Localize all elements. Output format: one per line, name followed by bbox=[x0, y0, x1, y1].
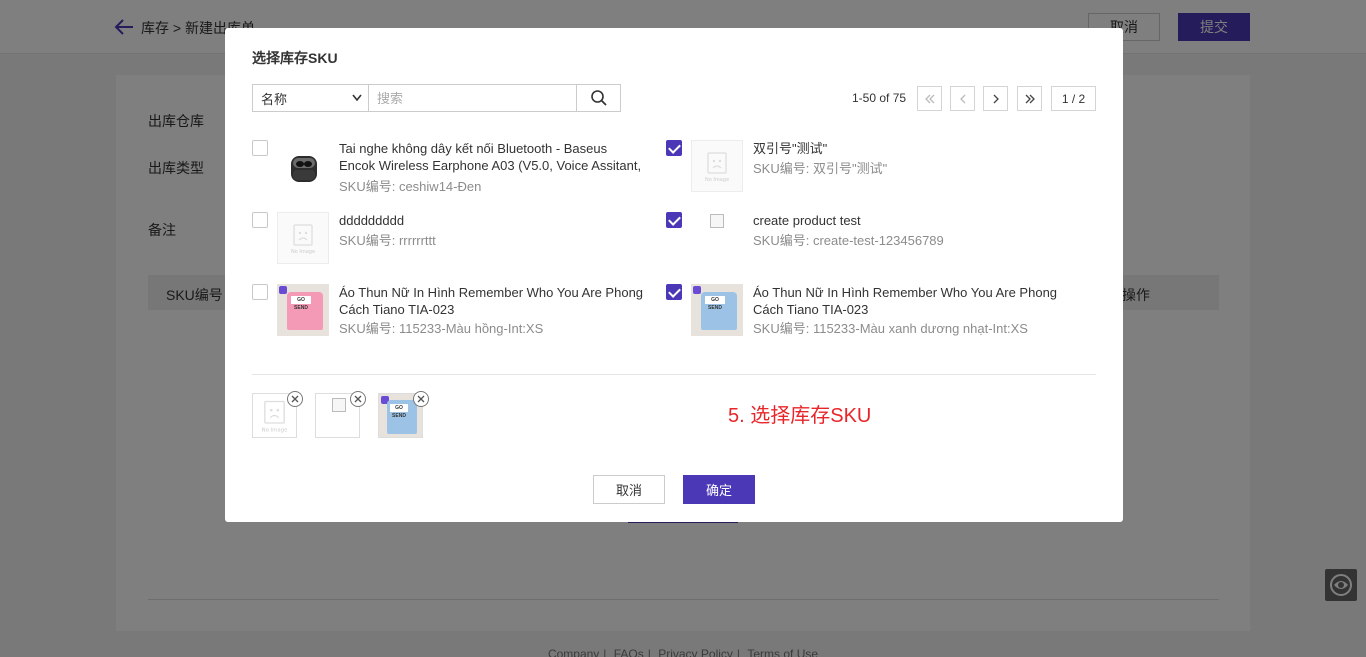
remove-selected-button[interactable] bbox=[350, 391, 366, 407]
first-page-button[interactable] bbox=[917, 86, 942, 111]
list-item[interactable]: GO SEND Áo Thun Nữ In Hình Remember Who … bbox=[666, 284, 1066, 344]
double-chevron-right-icon bbox=[1025, 94, 1035, 103]
list-item[interactable]: create product test SKU编号: create-test-1… bbox=[666, 212, 1066, 272]
search-icon bbox=[590, 90, 607, 106]
item-sku: SKU编号: rrrrrrttt bbox=[339, 233, 436, 248]
item-checkbox[interactable] bbox=[666, 212, 682, 228]
product-thumbnail: GO SEND bbox=[691, 284, 743, 336]
item-sku: SKU编号: 115233-Màu hồng-Int:XS bbox=[339, 321, 544, 336]
search-field-value: 名称 bbox=[261, 91, 288, 107]
remove-selected-button[interactable] bbox=[287, 391, 303, 407]
earbuds-image bbox=[291, 156, 317, 182]
remove-selected-button[interactable] bbox=[413, 391, 429, 407]
list-item[interactable]: No Image 双引号"测试" SKU编号: 双引号"测试" bbox=[666, 140, 1066, 200]
broken-image-icon bbox=[710, 214, 724, 228]
brand-badge-icon bbox=[279, 286, 287, 294]
list-item[interactable]: Tai nghe không dây kết nối Bluetooth - B… bbox=[252, 140, 652, 200]
item-name: Tai nghe không dây kết nối Bluetooth - B… bbox=[339, 141, 642, 173]
product-thumbnail bbox=[277, 140, 329, 192]
item-sku: SKU编号: 双引号"测试" bbox=[753, 161, 888, 176]
item-checkbox[interactable] bbox=[666, 140, 682, 156]
item-checkbox[interactable] bbox=[666, 284, 682, 300]
no-image-icon: No Image bbox=[705, 152, 729, 183]
chevron-right-icon bbox=[993, 94, 999, 103]
list-item[interactable]: No Image ddddddddd SKU编号: rrrrrrttt bbox=[252, 212, 652, 272]
product-thumbnail: GO SEND bbox=[277, 284, 329, 336]
item-name: create product test bbox=[753, 213, 861, 228]
item-sku: SKU编号: create-test-123456789 bbox=[753, 233, 944, 248]
item-sku: SKU编号: ceshiw14-Đen bbox=[339, 179, 482, 194]
search-input[interactable] bbox=[369, 84, 577, 112]
cancel-button[interactable]: 取消 bbox=[593, 475, 665, 504]
select-sku-dialog: 选择库存SKU 名称 1-50 of 75 1 / 2 bbox=[225, 28, 1123, 522]
svg-text:No Image: No Image bbox=[705, 177, 729, 183]
close-icon bbox=[417, 395, 425, 403]
list-item[interactable]: GO SEND Áo Thun Nữ In Hình Remember Who … bbox=[252, 284, 652, 344]
no-image-icon: No Image bbox=[291, 224, 315, 255]
brand-badge-icon bbox=[693, 286, 701, 294]
pink-tshirt-image: GO SEND bbox=[277, 284, 329, 336]
double-chevron-left-icon bbox=[924, 94, 934, 103]
step-annotation: 5. 选择库存SKU bbox=[728, 405, 872, 427]
item-checkbox[interactable] bbox=[252, 284, 268, 300]
last-page-button[interactable] bbox=[1017, 86, 1042, 111]
next-page-button[interactable] bbox=[983, 86, 1008, 111]
close-icon bbox=[354, 395, 362, 403]
svg-text:No Image: No Image bbox=[262, 428, 288, 434]
broken-image-icon bbox=[332, 398, 346, 412]
item-checkbox[interactable] bbox=[252, 212, 268, 228]
search-button[interactable] bbox=[576, 84, 621, 112]
svg-text:No Image: No Image bbox=[291, 249, 315, 255]
pagination-range: 1-50 of 75 bbox=[852, 91, 907, 105]
chevron-left-icon bbox=[959, 94, 965, 103]
item-name: Áo Thun Nữ In Hình Remember Who You Are … bbox=[753, 285, 1058, 317]
sku-list: Tai nghe không dây kết nối Bluetooth - B… bbox=[252, 140, 1097, 356]
prev-page-button[interactable] bbox=[950, 86, 975, 111]
item-name: Áo Thun Nữ In Hình Remember Who You Are … bbox=[339, 285, 644, 317]
dialog-title: 选择库存SKU bbox=[252, 50, 338, 66]
close-icon bbox=[291, 395, 299, 403]
blue-tshirt-image: GO SEND bbox=[691, 284, 743, 336]
page-indicator: 1 / 2 bbox=[1051, 86, 1096, 111]
confirm-button[interactable]: 确定 bbox=[683, 475, 755, 504]
chevron-down-icon bbox=[352, 94, 362, 102]
item-checkbox[interactable] bbox=[252, 140, 268, 156]
no-image-thumbnail: No Image bbox=[691, 140, 743, 192]
no-image-thumbnail: No Image bbox=[277, 212, 329, 264]
search-field-select[interactable]: 名称 bbox=[252, 84, 369, 112]
item-name: ddddddddd bbox=[339, 213, 405, 228]
item-name: 双引号"测试" bbox=[753, 141, 828, 156]
divider bbox=[252, 374, 1096, 375]
item-sku: SKU编号: 115233-Màu xanh dương nhạt-Int:XS bbox=[753, 321, 1028, 336]
